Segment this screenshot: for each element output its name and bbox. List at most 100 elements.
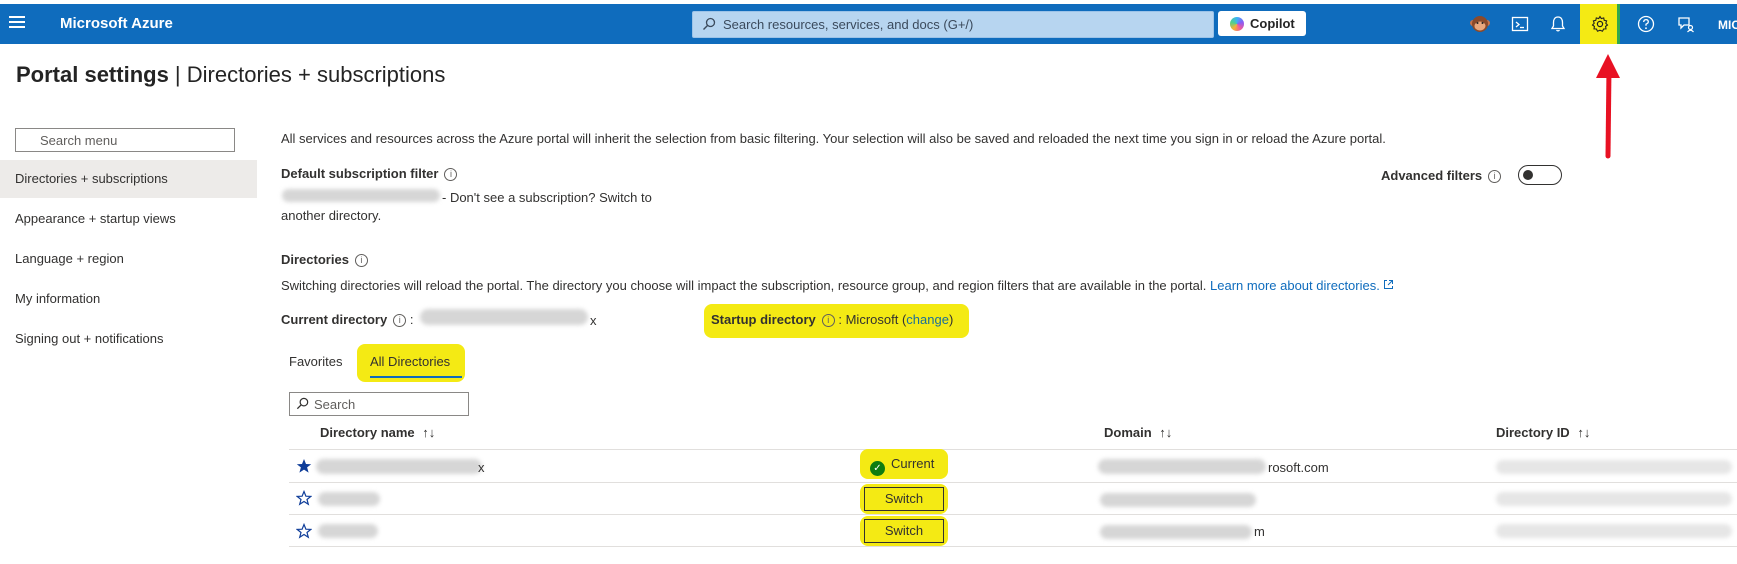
default-filter-text: - Don't see a subscription? Switch to — [442, 190, 652, 205]
tab-favorites[interactable]: Favorites — [289, 354, 342, 369]
redacted-directory-id — [1496, 460, 1732, 474]
page-title: Portal settings | Directories + subscrip… — [16, 62, 445, 88]
global-search-input[interactable]: Search resources, services, and docs (G+… — [692, 11, 1214, 38]
default-filter-label: Default subscription filter — [281, 166, 439, 181]
settings-button-highlight[interactable] — [1580, 4, 1620, 44]
directories-heading: Directories i — [281, 252, 368, 267]
sidebar-item-my-information[interactable]: My information — [0, 280, 257, 318]
redacted-directory-id — [1496, 524, 1732, 538]
redacted-directory-id — [1496, 492, 1732, 506]
redacted-directory-name — [318, 492, 380, 506]
row-divider — [289, 482, 1737, 483]
info-icon[interactable]: i — [821, 314, 835, 327]
checkmark-icon: ✓ — [870, 461, 885, 476]
copilot-label: Copilot — [1250, 16, 1295, 31]
switch-directory-button[interactable]: Switch — [864, 487, 944, 511]
search-icon — [296, 397, 309, 410]
focus-edge — [1617, 4, 1620, 44]
page-title-separator: | — [168, 62, 187, 87]
sidebar-item-label: Language + region — [15, 251, 124, 266]
directory-search-placeholder: Search — [314, 397, 356, 412]
favorite-star-filled-icon[interactable] — [296, 458, 312, 474]
red-annotation-arrow-icon — [1596, 54, 1620, 159]
redacted-directory-name — [318, 524, 378, 538]
current-directory-tail: x — [590, 313, 597, 328]
global-search-placeholder: Search resources, services, and docs (G+… — [723, 17, 974, 32]
directory-search-input[interactable]: Search — [289, 392, 469, 416]
info-icon[interactable]: i — [393, 314, 407, 327]
column-header-directory-id[interactable]: Directory ID ↑↓ — [1496, 425, 1590, 440]
directories-heading-text: Directories — [281, 252, 349, 267]
favorite-star-outline-icon[interactable] — [296, 490, 312, 506]
redacted-directory-name — [316, 459, 482, 474]
sidebar-item-directories-subscriptions[interactable]: Directories + subscriptions — [0, 160, 257, 198]
sidebar-item-signing-out[interactable]: Signing out + notifications — [0, 320, 257, 358]
external-link-icon — [1383, 280, 1393, 289]
directory-name-tail: x — [478, 460, 485, 475]
page-title-bold: Portal settings — [16, 62, 169, 87]
redacted-domain — [1100, 525, 1252, 539]
monkey-avatar-icon[interactable] — [1469, 13, 1491, 35]
cloud-shell-icon[interactable] — [1510, 14, 1530, 34]
help-icon[interactable] — [1636, 14, 1656, 34]
top-navigation-bar: Microsoft Azure Search resources, servic… — [0, 4, 1737, 44]
current-directory-colon: : — [409, 312, 414, 327]
sort-icon: ↑↓ — [422, 425, 436, 440]
sidebar-item-label: Signing out + notifications — [15, 331, 164, 346]
row-divider — [289, 514, 1737, 515]
advanced-filters-toggle[interactable] — [1518, 165, 1562, 185]
sidebar-item-appearance[interactable]: Appearance + startup views — [0, 200, 257, 238]
gear-icon — [1591, 15, 1609, 32]
row-divider — [289, 546, 1737, 547]
feedback-icon[interactable] — [1676, 14, 1696, 34]
account-name-truncated[interactable]: MIC — [1718, 18, 1737, 32]
toggle-knob — [1523, 170, 1533, 180]
column-id-text: Directory ID — [1496, 425, 1570, 440]
search-icon — [703, 17, 716, 30]
copilot-logo-icon — [1230, 17, 1244, 31]
advanced-filters-text: Advanced filters — [1381, 168, 1483, 183]
sidebar-item-label: Directories + subscriptions — [15, 171, 168, 186]
default-subscription-filter-heading: Default subscription filter i — [281, 166, 458, 181]
info-icon[interactable]: i — [354, 254, 368, 267]
current-directory-text: Current directory — [281, 312, 388, 327]
learn-more-directories-link[interactable]: Learn more about directories. — [1210, 278, 1380, 293]
menu-search-input[interactable]: Search menu — [15, 128, 235, 152]
info-icon[interactable]: i — [444, 168, 458, 181]
switch-directory-button[interactable]: Switch — [864, 519, 944, 543]
sidebar-item-label: My information — [15, 291, 101, 306]
sidebar-item-language-region[interactable]: Language + region — [0, 240, 257, 278]
startup-directory: Startup directory i : Microsoft (change) — [711, 312, 953, 327]
redacted-subscription — [282, 189, 440, 202]
sidebar-item-label: Appearance + startup views — [15, 211, 176, 226]
sort-icon: ↑↓ — [1577, 425, 1591, 440]
column-header-domain[interactable]: Domain ↑↓ — [1104, 425, 1172, 440]
brand-title[interactable]: Microsoft Azure — [60, 15, 173, 32]
switch-directory-link-text[interactable]: another directory. — [281, 208, 381, 223]
page-title-section: Directories + subscriptions — [186, 62, 446, 87]
column-header-directory-name[interactable]: Directory name ↑↓ — [320, 425, 435, 440]
selected-tab-underline — [370, 376, 462, 378]
sort-icon: ↑↓ — [1159, 425, 1173, 440]
redacted-domain — [1098, 459, 1266, 474]
info-icon[interactable]: i — [1488, 170, 1502, 183]
column-domain-text: Domain — [1104, 425, 1152, 440]
redacted-current-directory — [420, 309, 588, 325]
current-directory-label: Current directory i : — [281, 312, 413, 327]
header-divider — [289, 449, 1737, 450]
domain-tail: rosoft.com — [1268, 460, 1329, 475]
startup-directory-value: : Microsoft ( — [838, 312, 907, 327]
startup-directory-label: Startup directory — [711, 312, 816, 327]
menu-search-placeholder: Search menu — [40, 133, 118, 148]
redacted-domain — [1100, 493, 1256, 507]
advanced-filters-label: Advanced filters i — [1381, 168, 1502, 183]
status-badge-current: ✓ Current — [870, 456, 934, 476]
copilot-button[interactable]: Copilot — [1218, 11, 1306, 36]
tab-all-directories[interactable]: All Directories — [370, 354, 450, 369]
directories-description: Switching directories will reload the po… — [281, 278, 1394, 293]
notifications-bell-icon[interactable] — [1548, 14, 1568, 34]
startup-close-paren: ) — [948, 312, 954, 327]
hamburger-menu-icon[interactable] — [9, 16, 25, 32]
change-startup-link[interactable]: change — [906, 312, 949, 327]
favorite-star-outline-icon[interactable] — [296, 523, 312, 539]
